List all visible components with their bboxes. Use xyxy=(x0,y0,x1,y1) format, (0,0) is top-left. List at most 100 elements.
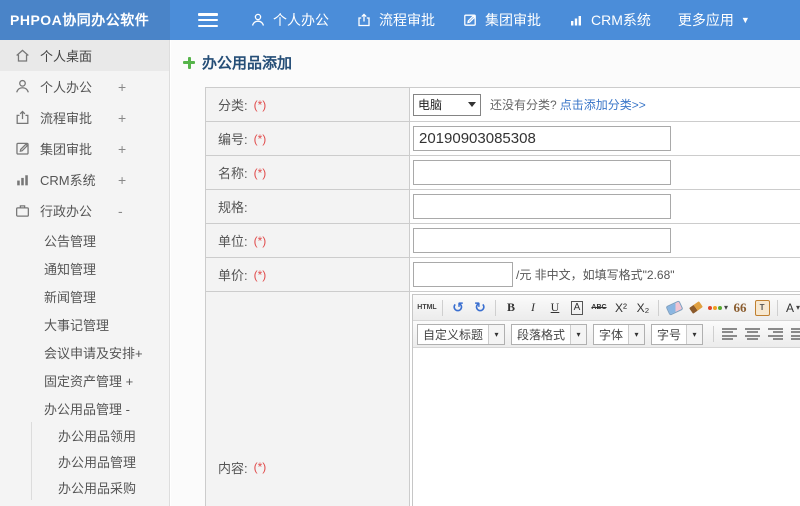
field-label: 单价: xyxy=(218,268,248,283)
main-content: 办公用品添加 分类: (*) 电脑 还没有分类? 点击添加分类>> 编号: (*… xyxy=(171,40,800,506)
caret-down-icon xyxy=(468,102,476,107)
italic-button[interactable]: I xyxy=(522,298,544,318)
required-mark: (*) xyxy=(253,97,267,112)
font-border-glyph: A xyxy=(570,300,584,315)
field-label: 单位: xyxy=(218,234,248,249)
price-input[interactable] xyxy=(413,262,513,287)
sidebar-item-announcement-mgmt[interactable]: 公告管理 xyxy=(0,226,169,254)
caret-down-icon: ▼ xyxy=(740,14,750,25)
sidebar-item-meeting-mgmt[interactable]: 会议申请及安排+ xyxy=(0,338,169,366)
category-select[interactable]: 电脑 xyxy=(413,93,481,116)
align-left-icon[interactable] xyxy=(722,328,738,340)
align-justify-icon[interactable] xyxy=(791,328,800,340)
sidebar-item-notice-mgmt[interactable]: 通知管理 xyxy=(0,254,169,282)
sub-item-label: 新闻管理 xyxy=(44,289,97,305)
subsub-item-label: 办公用品采购 xyxy=(58,480,137,496)
office-supplies-submenu: 办公用品领用 办公用品管理 办公用品采购 xyxy=(31,422,169,500)
sidebar-item-supplies-requisition[interactable]: 办公用品领用 xyxy=(32,422,169,448)
redo-button[interactable]: ↻ xyxy=(469,298,491,318)
unit-label-cell: 单位: (*) xyxy=(206,224,410,257)
content-label-cell: 内容: (*) xyxy=(206,292,410,506)
font-size-select[interactable]: 字号 ▾ xyxy=(651,323,704,345)
price-label-cell: 单价: (*) xyxy=(206,258,410,291)
sidebar-item-admin-office[interactable]: 行政办公 - xyxy=(0,195,169,226)
sidebar-item-personal-desktop[interactable]: 个人桌面 xyxy=(0,40,169,71)
expand-plus-icon: + xyxy=(118,171,127,188)
paste-table-icon[interactable]: T xyxy=(751,298,773,318)
sub-item-label: 公告管理 xyxy=(44,233,97,249)
add-category-link[interactable]: 点击添加分类>> xyxy=(560,96,646,113)
emoticon-icon[interactable]: ▾ xyxy=(707,298,729,318)
unit-input[interactable] xyxy=(413,228,671,253)
undo-button[interactable]: ↺ xyxy=(447,298,469,318)
select-label: 字号 xyxy=(657,327,682,342)
strikethrough-button[interactable]: ABC xyxy=(588,298,610,318)
user-icon xyxy=(250,12,266,28)
edit-icon xyxy=(14,140,31,157)
align-right-icon[interactable] xyxy=(768,328,784,340)
nav-process-approval[interactable]: 流程审批 xyxy=(356,10,435,30)
html-source-button[interactable]: HTML xyxy=(416,298,438,318)
nav-crm-system[interactable]: CRM系统 xyxy=(568,10,651,30)
editor-toolbar-row2: 自定义标题 ▾ 段落格式 ▾ 字体 ▾ 字号 ▾ xyxy=(413,321,800,348)
caret-down-icon: ▾ xyxy=(488,324,505,344)
app-logo[interactable]: PHPOA协同办公软件 xyxy=(0,0,170,40)
sidebar-item-process-approval[interactable]: 流程审批 + xyxy=(0,102,169,133)
unit-value-cell xyxy=(410,224,800,257)
nav-more-apps[interactable]: 更多应用 ▼ xyxy=(678,10,750,30)
sidebar-item-office-supplies-mgmt[interactable]: 办公用品管理 - xyxy=(0,394,169,422)
font-border-button[interactable]: A xyxy=(566,298,588,318)
field-label: 编号: xyxy=(218,132,248,147)
spec-input[interactable] xyxy=(413,194,671,219)
sidebar-item-memorabilia-mgmt[interactable]: 大事记管理 xyxy=(0,310,169,338)
sidebar-item-personal-office[interactable]: 个人办公 + xyxy=(0,71,169,102)
bold-button[interactable]: B xyxy=(500,298,522,318)
form-row-category: 分类: (*) 电脑 还没有分类? 点击添加分类>> xyxy=(206,88,800,122)
form-row-number: 编号: (*) xyxy=(206,122,800,156)
number-input[interactable] xyxy=(413,126,671,151)
form-row-name: 名称: (*) xyxy=(206,156,800,190)
form-row-price: 单价: (*) /元 非中文，如填写格式"2.68" xyxy=(206,258,800,292)
sidebar: 个人桌面 个人办公 + 流程审批 + 集团审批 + CRM系统 + 行政办公 -… xyxy=(0,40,170,506)
font-family-select[interactable]: 字体 ▾ xyxy=(593,323,646,345)
paragraph-format-select[interactable]: 段落格式 ▾ xyxy=(511,323,588,345)
page-title-text: 办公用品添加 xyxy=(202,55,293,72)
subsub-item-label: 办公用品领用 xyxy=(58,428,137,444)
sidebar-item-fixed-assets-mgmt[interactable]: 固定资产管理 + xyxy=(0,366,169,394)
eraser-icon[interactable] xyxy=(663,298,685,318)
sidebar-item-supplies-manage[interactable]: 办公用品管理 xyxy=(32,448,169,474)
required-mark: (*) xyxy=(253,460,267,474)
form-row-unit: 单位: (*) xyxy=(206,224,800,258)
category-value-cell: 电脑 还没有分类? 点击添加分类>> xyxy=(410,88,800,121)
add-supplies-form: 分类: (*) 电脑 还没有分类? 点击添加分类>> 编号: (*) 20190… xyxy=(205,87,800,506)
sidebar-item-news-mgmt[interactable]: 新闻管理 xyxy=(0,282,169,310)
sidebar-item-label: 个人桌面 xyxy=(40,49,93,64)
name-value-cell xyxy=(410,156,800,189)
custom-title-select[interactable]: 自定义标题 ▾ xyxy=(417,323,506,345)
nav-personal-office[interactable]: 个人办公 xyxy=(250,10,329,30)
sidebar-item-crm-system[interactable]: CRM系统 + xyxy=(0,164,169,195)
superscript-button[interactable]: X² xyxy=(610,298,632,318)
blockquote-icon[interactable]: 66 xyxy=(729,298,751,318)
toolbar-separator xyxy=(495,299,496,316)
rich-text-editor: HTML ↺ ↻ B I U A ABC X² X₂ ▾ 66 T A ▾ 自定… xyxy=(412,294,800,506)
editor-toolbar-row1: HTML ↺ ↻ B I U A ABC X² X₂ ▾ 66 T A ▾ xyxy=(413,295,800,321)
name-input[interactable] xyxy=(413,160,671,185)
font-color-icon[interactable]: A ▾ xyxy=(782,298,800,318)
underline-button[interactable]: U xyxy=(544,298,566,318)
nav-label: 集团审批 xyxy=(485,12,541,28)
form-row-spec: 规格: xyxy=(206,190,800,224)
sidebar-item-supplies-purchase[interactable]: 办公用品采购 xyxy=(32,474,169,500)
sidebar-item-group-approval[interactable]: 集团审批 + xyxy=(0,133,169,164)
nav-group-approval[interactable]: 集团审批 xyxy=(462,10,541,30)
required-mark: (*) xyxy=(253,267,267,282)
toolbar-separator xyxy=(713,326,715,342)
subscript-button[interactable]: X₂ xyxy=(632,298,654,318)
user-icon xyxy=(14,78,31,95)
format-brush-icon[interactable] xyxy=(685,298,707,318)
price-format-hint: /元 非中文，如填写格式"2.68" xyxy=(516,268,675,282)
editor-content-area[interactable] xyxy=(413,348,800,506)
align-center-icon[interactable] xyxy=(745,328,761,340)
hamburger-icon[interactable] xyxy=(198,13,218,27)
sub-item-label: 办公用品管理 - xyxy=(44,401,130,417)
